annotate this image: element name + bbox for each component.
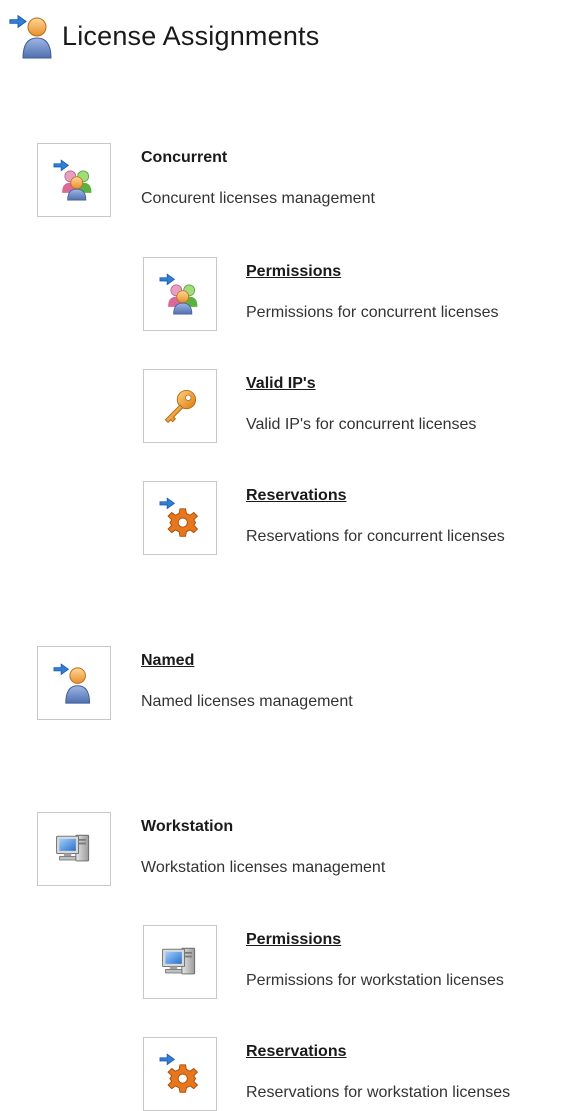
concurrent-valid-ips-link[interactable]: Valid IP's [246,375,476,393]
workstation-icon-box[interactable] [37,812,111,886]
group-arrow-icon [159,273,198,315]
computer-icon [162,947,196,975]
user-arrow-icon [9,15,52,59]
workstation-reservations-icon-box[interactable] [143,1037,217,1111]
named-description: Named licenses management [141,693,353,710]
workstation-permissions-icon-box[interactable] [143,925,217,999]
workstation-reservations-link[interactable]: Reservations [246,1043,510,1061]
workstation-permissions-link[interactable]: Permissions [246,931,504,949]
concurrent-reservations-description: Reservations for concurrent licenses [246,528,505,545]
workstation-permissions-item: Permissions Permissions for workstation … [143,925,504,999]
concurrent-valid-ips-icon-box[interactable] [143,369,217,443]
page-title: License Assignments [62,20,320,51]
concurrent-title: Concurrent [141,149,228,166]
section-workstation: Workstation Workstation licenses managem… [37,812,385,886]
concurrent-permissions-link[interactable]: Permissions [246,263,499,281]
workstation-description: Workstation licenses management [141,859,386,876]
concurrent-permissions-icon-box[interactable] [143,257,217,331]
workstation-permissions-description: Permissions for workstation licenses [246,972,504,989]
workstation-title: Workstation [141,818,234,835]
computer-icon [56,834,90,862]
concurrent-icon-box[interactable] [37,143,111,217]
workstation-reservations-description: Reservations for workstation licenses [246,1084,511,1101]
concurrent-reservations-item: Reservations Reservations for concurrent… [143,481,505,555]
concurrent-permissions-description: Permissions for concurrent licenses [246,304,499,321]
named-icon-box[interactable] [37,646,111,720]
concurrent-valid-ips-item: Valid IP's Valid IP's for concurrent lic… [143,369,476,443]
workstation-reservations-item: Reservations Reservations for workstatio… [143,1037,510,1111]
concurrent-reservations-icon-box[interactable] [143,481,217,555]
gear-arrow-icon [159,1053,199,1093]
concurrent-permissions-item: Permissions Permissions for concurrent l… [143,257,499,331]
concurrent-reservations-link[interactable]: Reservations [246,487,505,505]
concurrent-valid-ips-description: Valid IP's for concurrent licenses [246,416,477,433]
gear-arrow-icon [159,497,199,537]
section-named: Named Named licenses management [37,646,353,720]
group-arrow-icon [53,159,92,201]
key-icon [164,389,197,424]
concurrent-description: Concurent licenses management [141,190,375,207]
named-link[interactable]: Named [141,652,353,670]
page-header: License Assignments [8,10,319,62]
section-concurrent: Concurrent Concurent licenses management [37,143,375,217]
user-arrow-icon [53,663,91,704]
